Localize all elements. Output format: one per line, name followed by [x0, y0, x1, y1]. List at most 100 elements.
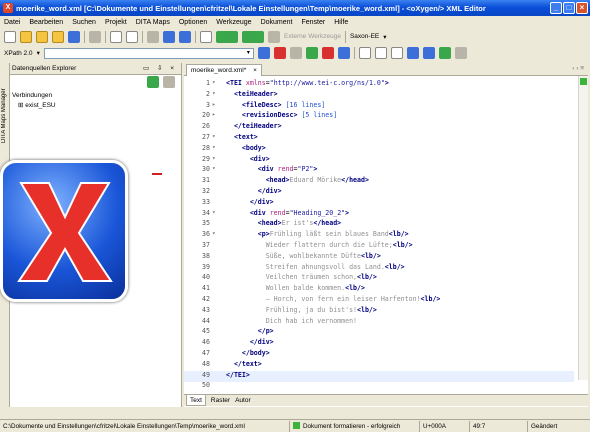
xpath-input[interactable]: ▾ [43, 47, 254, 59]
fold-toggle-icon[interactable]: ▾ [212, 144, 216, 151]
oxygen-app-icon[interactable]: X [3, 3, 13, 13]
code-area[interactable]: 1 ▾ <TEI xmlns="http://www.tei-c.org/ns/1.… [184, 76, 588, 389]
external-tools-label[interactable]: Externe Werkzeuge [284, 33, 341, 40]
panel-controls[interactable]: ▭ ⇩ × [143, 64, 177, 72]
tree-node-root[interactable]: Verbindungen [12, 91, 56, 101]
tab-text[interactable]: Text [186, 395, 206, 406]
fold-toggle-icon[interactable]: ▸ [212, 101, 216, 108]
menu-fenster[interactable]: Fenster [301, 19, 325, 26]
tab-raster[interactable]: Raster [211, 395, 230, 406]
title-bar[interactable]: X moerike_word.xml [C:\Dokumente und Ein… [0, 0, 590, 16]
code-line[interactable]: 44 Dich hab ich vernommen! [184, 317, 574, 328]
tab-navigation-icon[interactable]: ‹ › ≡ [572, 65, 584, 72]
menu-bearbeiten[interactable]: Bearbeiten [29, 19, 63, 26]
code-line[interactable]: 45 </p> [184, 327, 574, 338]
maximize-icon[interactable]: □ [563, 2, 575, 14]
find-replace-icon[interactable] [126, 30, 138, 43]
find-icon[interactable] [110, 30, 122, 43]
table-icon[interactable] [358, 47, 371, 59]
fold-toggle-icon[interactable]: ▾ [212, 133, 216, 140]
back-arrow-icon[interactable] [163, 30, 175, 43]
check-wellformed-icon[interactable] [273, 47, 286, 59]
configure-connection-icon[interactable] [147, 76, 159, 88]
close-tab-icon[interactable]: × [253, 67, 257, 74]
menu-optionen[interactable]: Optionen [179, 19, 207, 26]
new-document-icon[interactable] [4, 30, 16, 43]
code-line[interactable]: 27 ▾ <text> [184, 133, 574, 144]
grid-icon[interactable] [200, 30, 212, 43]
format-icon[interactable] [289, 47, 302, 59]
run-icon[interactable] [305, 47, 318, 59]
comment-icon[interactable] [390, 47, 403, 59]
code-line[interactable]: 42 – Horch, von fern ein leiser Harfento… [184, 295, 574, 306]
document-tab[interactable]: moerike_word.xml* × [186, 64, 262, 76]
code-line[interactable]: 28 ▾ <body> [184, 144, 574, 155]
merge-icon[interactable] [242, 30, 264, 43]
tag-icon[interactable] [374, 47, 387, 59]
open-folder-icon[interactable] [20, 30, 32, 43]
code-line[interactable]: 47 </body> [184, 349, 574, 360]
reopen-icon[interactable] [52, 30, 64, 43]
fold-toggle-icon[interactable]: ▾ [212, 79, 216, 86]
code-line[interactable]: 37 Wieder flattern durch die Lüfte;<lb/> [184, 241, 574, 252]
insert-element-icon[interactable] [406, 47, 419, 59]
code-line[interactable]: 41 Wollen balde kommen.<lb/> [184, 284, 574, 295]
menu-hilfe[interactable]: Hilfe [334, 19, 348, 26]
fold-toggle-icon[interactable]: ▾ [212, 165, 216, 172]
code-line[interactable]: 40 Veilchen träumen schon,<lb/> [184, 273, 574, 284]
open-url-icon[interactable] [36, 30, 48, 43]
validate-icon[interactable] [257, 47, 270, 59]
close-icon[interactable]: × [576, 2, 588, 14]
code-line[interactable]: 26 </teiHeader> [184, 122, 574, 133]
transform-icon[interactable] [337, 47, 350, 59]
dita-maps-manager-tab[interactable]: DITA Maps Manager [1, 83, 9, 143]
fold-toggle-icon[interactable]: ▾ [212, 209, 216, 216]
image-icon[interactable] [438, 47, 451, 59]
code-line[interactable]: 3 ▸ <fileDesc> [16 lines] [184, 101, 574, 112]
code-line[interactable]: 39 Streifen ahnungsvoll das Land.<lb/> [184, 263, 574, 274]
link-icon[interactable] [454, 47, 467, 59]
code-line[interactable]: 50 [184, 381, 574, 392]
code-line[interactable]: 33 </div> [184, 198, 574, 209]
code-line[interactable]: 1 ▾ <TEI xmlns="http://www.tei-c.org/ns/1.… [184, 79, 574, 90]
debug-icon[interactable] [321, 47, 334, 59]
code-line[interactable]: 2 ▾ <teiHeader> [184, 90, 574, 101]
menu-werkzeuge[interactable]: Werkzeuge [216, 19, 251, 26]
tab-autor[interactable]: Autor [235, 395, 251, 406]
chevron-down-icon[interactable]: ▾ [37, 49, 40, 57]
compare-icon[interactable] [216, 30, 238, 43]
xpath-version-label[interactable]: XPath 2.0 [4, 50, 33, 57]
vertical-scrollbar[interactable] [578, 76, 588, 380]
transformer-select[interactable]: Saxon-EE [350, 33, 379, 40]
cut-icon[interactable] [147, 30, 159, 43]
code-line[interactable]: 32 </div> [184, 187, 574, 198]
print-icon[interactable] [89, 30, 101, 43]
menu-datei[interactable]: Datei [4, 19, 20, 26]
fold-toggle-icon[interactable]: ▾ [212, 230, 216, 237]
minimize-icon[interactable]: _ [550, 2, 562, 14]
code-line[interactable]: 46 </div> [184, 338, 574, 349]
menu-suchen[interactable]: Suchen [72, 19, 96, 26]
chevron-down-icon[interactable]: ▾ [244, 49, 253, 58]
code-line[interactable]: 36 ▾ <p>Frühling läßt sein blaues Band<lb… [184, 230, 574, 241]
chevron-down-icon[interactable]: ▾ [383, 33, 386, 41]
code-line[interactable]: 34 ▾ <div rend="Heading_20_2"> [184, 209, 574, 220]
code-line[interactable]: 48 </text> [184, 360, 574, 371]
menu-dita-maps[interactable]: DITA Maps [136, 19, 170, 26]
external-tool-icon[interactable] [268, 30, 280, 43]
code-line[interactable]: 49 </TEI> [184, 370, 574, 382]
code-line[interactable]: 29 ▾ <div> [184, 155, 574, 166]
forward-arrow-icon[interactable] [179, 30, 191, 43]
menu-projekt[interactable]: Projekt [105, 19, 127, 26]
code-line[interactable]: 20 ▸ <revisionDesc> [5 lines] [184, 111, 574, 122]
fold-toggle-icon[interactable]: ▸ [212, 111, 216, 118]
code-line[interactable]: 30 ▾ <div rend="P2"> [184, 165, 574, 176]
code-line[interactable]: 31 <head>Eduard Mörike</head> [184, 176, 574, 187]
code-line[interactable]: 43 Frühling, ja du bist's!<lb/> [184, 306, 574, 317]
tree-node-child[interactable]: ⊞ exist_ESU [12, 101, 56, 111]
link-icon[interactable] [163, 76, 175, 88]
menu-dokument[interactable]: Dokument [261, 19, 293, 26]
code-line[interactable]: 35 <head>Er ist's</head> [184, 219, 574, 230]
fold-toggle-icon[interactable]: ▾ [212, 90, 216, 97]
rename-element-icon[interactable] [422, 47, 435, 59]
